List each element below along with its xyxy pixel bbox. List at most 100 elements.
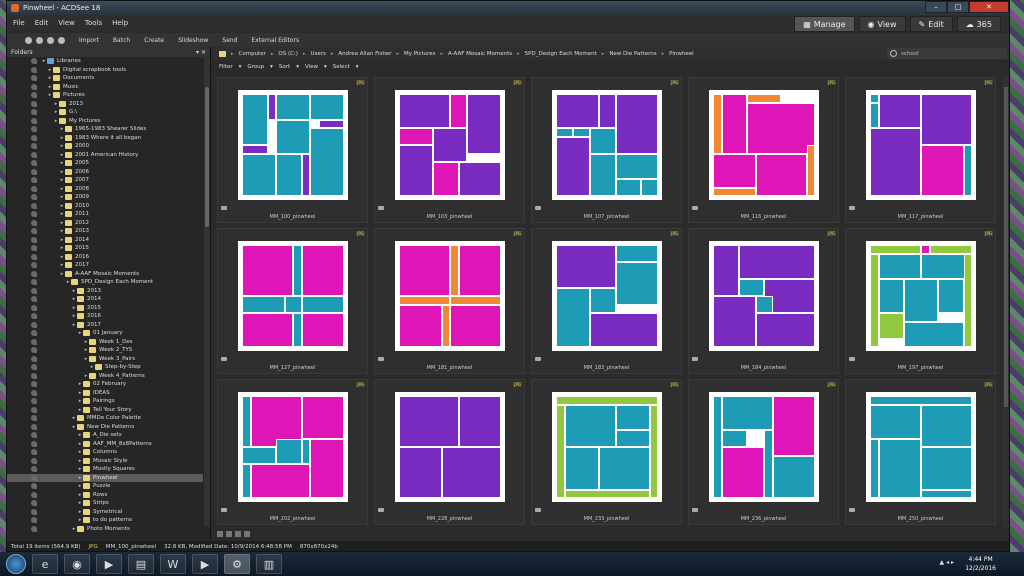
thumbnail-item[interactable]: JPG MM_236_pinwheel bbox=[688, 379, 839, 525]
tool-icon[interactable] bbox=[217, 531, 223, 537]
favorite-icon[interactable] bbox=[31, 177, 37, 184]
start-button[interactable] bbox=[6, 554, 26, 574]
folder-item[interactable]: ▸ 2017 bbox=[7, 321, 203, 330]
folder-item[interactable]: ▸ Pictures bbox=[7, 91, 203, 100]
folder-item[interactable]: ▸ 2008 bbox=[7, 185, 203, 194]
favorite-icon[interactable] bbox=[31, 364, 37, 371]
minimize-button[interactable]: – bbox=[925, 1, 947, 13]
thumbnail-item[interactable]: JPG MM_250_pinwheel bbox=[845, 379, 996, 525]
search-box[interactable]: school bbox=[887, 48, 1007, 59]
favorite-icon[interactable] bbox=[31, 262, 37, 269]
mode-edit[interactable]: ✎ Edit bbox=[909, 16, 953, 32]
favorite-icon[interactable] bbox=[31, 381, 37, 388]
folder-item[interactable]: ▸ Pinwheel bbox=[7, 473, 203, 482]
breadcrumb-item[interactable]: Computer bbox=[239, 51, 266, 57]
folder-item[interactable]: ▸ Digital scrapbook tools bbox=[7, 66, 203, 75]
grid-scrollbar[interactable] bbox=[1003, 77, 1009, 527]
folder-item[interactable]: ▸ Puzzle bbox=[7, 482, 203, 491]
folder-item[interactable]: ▸ 1965-1983 Shearer Slides bbox=[7, 125, 203, 134]
menu-item-tools[interactable]: Tools bbox=[85, 19, 102, 27]
mode-view[interactable]: ◉ View bbox=[858, 16, 906, 32]
folder-item[interactable]: ▸ 2009 bbox=[7, 193, 203, 202]
folder-item[interactable]: ▸ Week 1_Des bbox=[7, 338, 203, 347]
favorite-icon[interactable] bbox=[31, 525, 37, 532]
folder-item[interactable]: ▸ A_Die sets bbox=[7, 431, 203, 440]
favorite-icon[interactable] bbox=[31, 304, 37, 311]
favorite-icon[interactable] bbox=[31, 160, 37, 167]
favorite-icon[interactable] bbox=[31, 202, 37, 209]
folder-item[interactable]: ▸ 2010 bbox=[7, 202, 203, 211]
favorite-icon[interactable] bbox=[31, 245, 37, 252]
explorer-icon[interactable]: ▤ bbox=[128, 554, 154, 574]
thumbnail-image[interactable] bbox=[552, 90, 662, 200]
folder-item[interactable]: ▸ AAF_MM_8x8Patterns bbox=[7, 440, 203, 449]
tool-icon[interactable] bbox=[226, 531, 232, 537]
favorite-icon[interactable] bbox=[31, 58, 37, 65]
dropdown-arrow-icon[interactable]: ▾ bbox=[324, 64, 327, 70]
favorite-icon[interactable] bbox=[31, 491, 37, 498]
favorite-icon[interactable] bbox=[31, 253, 37, 260]
tool-icon[interactable] bbox=[244, 531, 250, 537]
breadcrumb-item[interactable]: New Die Patterns bbox=[609, 51, 656, 57]
folder-item[interactable]: ▸ Week 3_Pairs bbox=[7, 355, 203, 364]
breadcrumb-item[interactable]: A-AAF Mosaic Moments bbox=[448, 51, 512, 57]
favorite-icon[interactable] bbox=[31, 270, 37, 277]
toolbar-batch[interactable]: Batch bbox=[113, 37, 130, 44]
breadcrumb-item[interactable]: My Pictures bbox=[404, 51, 436, 57]
folder-item[interactable]: ▸ 2000 bbox=[7, 142, 203, 151]
forward-icon[interactable] bbox=[36, 36, 43, 44]
thumbnail-image[interactable] bbox=[709, 392, 819, 502]
favorite-icon[interactable] bbox=[31, 117, 37, 124]
folder-item[interactable]: ▸ 5PD_Design Each Moment bbox=[7, 278, 203, 287]
thumbnail-image[interactable] bbox=[395, 241, 505, 351]
thumbnail-item[interactable]: JPG MM_100_pinwheel bbox=[217, 77, 368, 223]
favorite-icon[interactable] bbox=[31, 508, 37, 515]
folder-item[interactable]: ▸ 2013 bbox=[7, 100, 203, 109]
favorite-icon[interactable] bbox=[31, 194, 37, 201]
favorite-icon[interactable] bbox=[31, 219, 37, 226]
toolbar-slideshow[interactable]: Slideshow bbox=[178, 37, 208, 44]
folder-item[interactable]: ▸ Strips bbox=[7, 499, 203, 508]
menu-item-help[interactable]: Help bbox=[112, 19, 128, 27]
favorite-icon[interactable] bbox=[31, 474, 37, 481]
folder-item[interactable]: ▸ G:\ bbox=[7, 108, 203, 117]
folder-item[interactable]: ▸ 2014 bbox=[7, 236, 203, 245]
thumbnail-item[interactable]: JPG MM_228_pinwheel bbox=[374, 379, 525, 525]
folder-item[interactable]: ▸ Photo Moments bbox=[7, 525, 203, 534]
favorite-icon[interactable] bbox=[31, 440, 37, 447]
favorite-icon[interactable] bbox=[31, 151, 37, 158]
menu-item-view[interactable]: View bbox=[58, 19, 75, 27]
grid-scrollbar-thumb[interactable] bbox=[1004, 87, 1008, 407]
scrollbar-thumb[interactable] bbox=[205, 87, 209, 227]
word-icon[interactable]: W bbox=[160, 554, 186, 574]
folder-item[interactable]: ▸ 2007 bbox=[7, 176, 203, 185]
favorite-icon[interactable] bbox=[31, 449, 37, 456]
favorite-icon[interactable] bbox=[31, 372, 37, 379]
thumbnail-item[interactable]: JPG MM_181_pinwheel bbox=[374, 228, 525, 374]
breadcrumb-item[interactable]: 5PD_Design Each Moment bbox=[525, 51, 597, 57]
folder-item[interactable]: ▸ Documents bbox=[7, 74, 203, 83]
favorite-icon[interactable] bbox=[31, 109, 37, 116]
folder-icon[interactable]: ▥ bbox=[256, 554, 282, 574]
filter-group[interactable]: Group bbox=[247, 64, 264, 70]
favorite-icon[interactable] bbox=[31, 228, 37, 235]
thumbnail-item[interactable]: JPG MM_107_pinwheel bbox=[531, 77, 682, 223]
folder-item[interactable]: ▸ Step-by-Step bbox=[7, 363, 203, 372]
dropdown-arrow-icon[interactable]: ▾ bbox=[239, 64, 242, 70]
favorite-icon[interactable] bbox=[31, 75, 37, 82]
folder-item[interactable]: ▸ Mosaic Style bbox=[7, 457, 203, 466]
thumbnail-item[interactable]: JPG MM_197_pinwheel bbox=[845, 228, 996, 374]
thumbnail-item[interactable]: JPG MM_116_pinwheel bbox=[688, 77, 839, 223]
thumbnail-item[interactable]: JPG MM_202_pinwheel bbox=[217, 379, 368, 525]
tray-icons[interactable]: ▲ ◂ ▸ bbox=[940, 559, 954, 566]
thumbnail-image[interactable] bbox=[238, 90, 348, 200]
toolbar-send[interactable]: Send bbox=[222, 37, 237, 44]
favorite-icon[interactable] bbox=[31, 66, 37, 73]
thumbnail-image[interactable] bbox=[395, 90, 505, 200]
pane-options-icon[interactable]: ▾ ✕ bbox=[196, 49, 206, 56]
favorite-icon[interactable] bbox=[31, 355, 37, 362]
favorite-icon[interactable] bbox=[31, 415, 37, 422]
menu-item-edit[interactable]: Edit bbox=[35, 19, 49, 27]
thumbnail-item[interactable]: JPG MM_184_pinwheel bbox=[688, 228, 839, 374]
favorite-icon[interactable] bbox=[31, 126, 37, 133]
